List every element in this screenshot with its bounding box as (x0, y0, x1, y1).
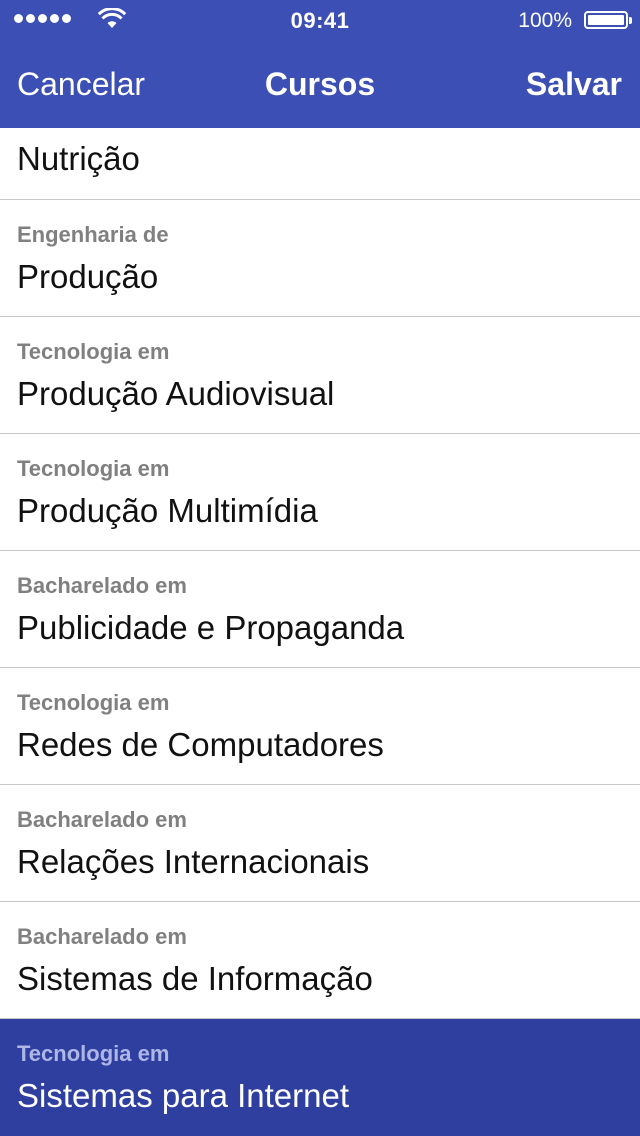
course-prefix: Tecnologia em (17, 690, 170, 715)
list-item[interactable]: Bacharelado em Sistemas de Informação (0, 902, 640, 1019)
course-prefix: Tecnologia em (17, 339, 170, 364)
course-prefix: Bacharelado em (17, 807, 187, 832)
header: 09:41 100% Cancelar Cursos Salvar (0, 0, 640, 128)
course-name: Relações Internacionais (17, 843, 370, 880)
battery-icon (584, 11, 632, 29)
save-button[interactable]: Salvar (526, 66, 622, 103)
list-item[interactable]: Engenharia de Produção (0, 200, 640, 317)
course-name: Redes de Computadores (17, 726, 384, 763)
list-item[interactable]: Bacharelado em Publicidade e Propaganda (0, 551, 640, 668)
battery-percent: 100% (518, 9, 572, 32)
cancel-button[interactable]: Cancelar (17, 66, 145, 103)
course-name: Nutrição (17, 140, 140, 177)
course-prefix: Tecnologia em (17, 1041, 170, 1066)
course-name: Sistemas de Informação (17, 960, 373, 997)
navigation-bar: Cancelar Cursos Salvar (0, 40, 640, 128)
list-item[interactable]: Tecnologia em Produção Multimídia (0, 434, 640, 551)
course-name: Produção (17, 258, 159, 295)
course-prefix: Engenharia de (17, 222, 169, 247)
list-item[interactable]: Bacharelado em Relações Internacionais (0, 785, 640, 902)
course-list[interactable]: Nutrição Engenharia de Produção Tecnolog… (0, 128, 640, 1136)
course-name: Publicidade e Propaganda (17, 609, 405, 646)
list-item[interactable]: Nutrição (0, 128, 640, 200)
list-item[interactable]: Tecnologia em Redes de Computadores (0, 668, 640, 785)
status-bar: 09:41 100% (0, 0, 640, 40)
course-prefix: Bacharelado em (17, 573, 187, 598)
course-name: Produção Multimídia (17, 492, 318, 529)
course-name: Produção Audiovisual (17, 375, 335, 412)
course-prefix: Bacharelado em (17, 924, 187, 949)
course-prefix: Tecnologia em (17, 456, 170, 481)
list-item[interactable]: Tecnologia em Produção Audiovisual (0, 317, 640, 434)
list-item-selected[interactable]: Tecnologia em Sistemas para Internet (0, 1019, 640, 1136)
course-name: Sistemas para Internet (17, 1077, 349, 1114)
